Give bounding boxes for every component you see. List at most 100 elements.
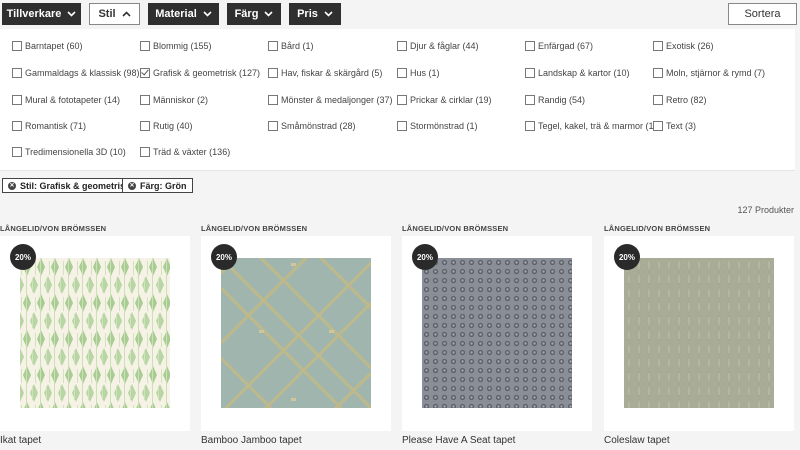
checkbox[interactable]: [12, 121, 22, 131]
option-label: Djur & fåglar (44): [410, 41, 479, 51]
option-label: Exotisk (26): [666, 41, 714, 51]
stil-option-monster-medaljonger[interactable]: Mönster & medaljonger (37): [268, 95, 393, 105]
stil-option-prickar-cirklar[interactable]: Prickar & cirklar (19): [397, 95, 492, 105]
product-image-link[interactable]: 20%: [0, 236, 190, 431]
stil-option-enfargad[interactable]: Enfärgad (67): [525, 41, 593, 51]
stil-option-retro[interactable]: Retro (82): [653, 95, 707, 105]
checkbox[interactable]: [653, 41, 663, 51]
stil-option-romantisk[interactable]: Romantisk (71): [12, 121, 86, 131]
option-label: Moln, stjärnor & rymd (7): [666, 68, 766, 78]
checkbox[interactable]: [397, 95, 407, 105]
stil-option-djur-faglar[interactable]: Djur & fåglar (44): [397, 41, 479, 51]
product-brand: LÅNGELID/VON BRÖMSSEN: [402, 224, 509, 233]
checkbox[interactable]: [397, 68, 407, 78]
stil-option-hav-fiskar[interactable]: Hav, fiskar & skärgård (5): [268, 68, 382, 78]
option-label: Mönster & medaljonger (37): [281, 95, 393, 105]
active-filter-chip-farg[interactable]: ✕ Färg: Grön: [122, 178, 193, 193]
chevron-down-icon: [203, 11, 212, 17]
stil-option-landskap-kartor[interactable]: Landskap & kartor (10): [525, 68, 630, 78]
checkbox[interactable]: [12, 95, 22, 105]
filter-button-label: Färg: [234, 8, 259, 20]
option-label: Bård (1): [281, 41, 314, 51]
product-brand: LÅNGELID/VON BRÖMSSEN: [604, 224, 711, 233]
checkbox[interactable]: [525, 41, 535, 51]
product-brand: LÅNGELID/VON BRÖMSSEN: [0, 224, 107, 233]
checkbox[interactable]: [653, 95, 663, 105]
close-icon[interactable]: ✕: [8, 181, 16, 190]
checkbox[interactable]: [653, 68, 663, 78]
option-label: Landskap & kartor (10): [538, 68, 630, 78]
checkbox[interactable]: [268, 95, 278, 105]
checkbox[interactable]: [140, 41, 150, 51]
sort-button[interactable]: Sortera: [728, 3, 797, 25]
checkbox[interactable]: [12, 41, 22, 51]
stil-option-randig[interactable]: Randig (54): [525, 95, 585, 105]
checkbox[interactable]: [140, 121, 150, 131]
checkbox[interactable]: [268, 41, 278, 51]
checkbox[interactable]: [397, 41, 407, 51]
product-image-link[interactable]: 20%: [402, 236, 592, 431]
filter-button-material[interactable]: Material: [148, 3, 219, 25]
filter-button-stil[interactable]: Stil: [89, 3, 140, 25]
option-label: Romantisk (71): [25, 121, 87, 131]
option-label: Barntapet (60): [25, 41, 83, 51]
stil-option-blommig[interactable]: Blommig (155): [140, 41, 212, 51]
discount-badge: 20%: [412, 244, 438, 270]
close-icon[interactable]: ✕: [128, 181, 136, 190]
checkbox[interactable]: [268, 68, 278, 78]
stil-option-tredimensionella[interactable]: Tredimensionella 3D (10): [12, 147, 126, 157]
filter-button-tillverkare[interactable]: Tillverkare: [2, 3, 81, 25]
stil-option-tegel-kakel[interactable]: Tegel, kakel, trä & marmor (15): [525, 121, 662, 131]
product-image-cane[interactable]: [422, 258, 572, 408]
product-image-link[interactable]: 20%: [201, 236, 391, 431]
product-card[interactable]: LÅNGELID/VON BRÖMSSEN 20% Bamboo Jamboo …: [201, 222, 391, 450]
checkbox[interactable]: [140, 95, 150, 105]
checkbox-checked[interactable]: [140, 68, 150, 78]
filter-button-pris[interactable]: Pris: [289, 3, 341, 25]
product-card[interactable]: LÅNGELID/VON BRÖMSSEN 20% Coleslaw tapet: [604, 222, 794, 450]
product-image-link[interactable]: 20%: [604, 236, 794, 431]
stil-option-hus[interactable]: Hus (1): [397, 68, 440, 78]
product-count: 127 Produkter: [737, 205, 794, 215]
stil-option-manniskor[interactable]: Människor (2): [140, 95, 208, 105]
checkbox[interactable]: [653, 121, 663, 131]
checkbox[interactable]: [268, 121, 278, 131]
stil-option-rutig[interactable]: Rutig (40): [140, 121, 193, 131]
chevron-down-icon: [67, 11, 76, 17]
option-label: Retro (82): [666, 95, 707, 105]
stil-option-stormonstrad[interactable]: Stormönstrad (1): [397, 121, 478, 131]
stil-option-grafisk-geometrisk[interactable]: Grafisk & geometrisk (127): [140, 68, 260, 78]
option-label: Människor (2): [153, 95, 209, 105]
option-label: Träd & växter (136): [153, 147, 231, 157]
product-title[interactable]: Coleslaw tapet: [604, 435, 670, 446]
stil-options-panel: Barntapet (60) Blommig (155) Bård (1) Dj…: [0, 29, 795, 171]
stil-option-bard[interactable]: Bård (1): [268, 41, 314, 51]
stil-option-barntapet[interactable]: Barntapet (60): [12, 41, 83, 51]
stil-option-mural-fototapeter[interactable]: Mural & fototapeter (14): [12, 95, 120, 105]
stil-option-gammaldags-klassisk[interactable]: Gammaldags & klassisk (98): [12, 68, 140, 78]
product-image-ikat[interactable]: [20, 258, 170, 408]
checkbox[interactable]: [12, 68, 22, 78]
product-title[interactable]: Please Have A Seat tapet: [402, 435, 515, 446]
product-card[interactable]: LÅNGELID/VON BRÖMSSEN 20% Ikat tapet: [0, 222, 190, 450]
stil-option-smamonstrad[interactable]: Småmönstrad (28): [268, 121, 356, 131]
checkbox[interactable]: [525, 95, 535, 105]
product-image-coleslaw[interactable]: [624, 258, 774, 408]
product-card[interactable]: LÅNGELID/VON BRÖMSSEN 20% Please Have A …: [402, 222, 592, 450]
discount-badge: 20%: [10, 244, 36, 270]
product-title[interactable]: Ikat tapet: [0, 435, 41, 446]
stil-option-trad-vaxter[interactable]: Träd & växter (136): [140, 147, 230, 157]
checkbox[interactable]: [525, 68, 535, 78]
stil-option-text[interactable]: Text (3): [653, 121, 696, 131]
stil-option-moln-stjarnor[interactable]: Moln, stjärnor & rymd (7): [653, 68, 765, 78]
checkbox[interactable]: [525, 121, 535, 131]
option-label: Enfärgad (67): [538, 41, 594, 51]
product-title[interactable]: Bamboo Jamboo tapet: [201, 435, 302, 446]
checkbox[interactable]: [12, 147, 22, 157]
filter-button-farg[interactable]: Färg: [227, 3, 281, 25]
product-image-bamboo[interactable]: [221, 258, 371, 408]
stil-option-exotisk[interactable]: Exotisk (26): [653, 41, 714, 51]
checkbox[interactable]: [397, 121, 407, 131]
checkbox[interactable]: [140, 147, 150, 157]
active-filter-chip-stil[interactable]: ✕ Stil: Grafisk & geometrisk: [2, 178, 137, 193]
